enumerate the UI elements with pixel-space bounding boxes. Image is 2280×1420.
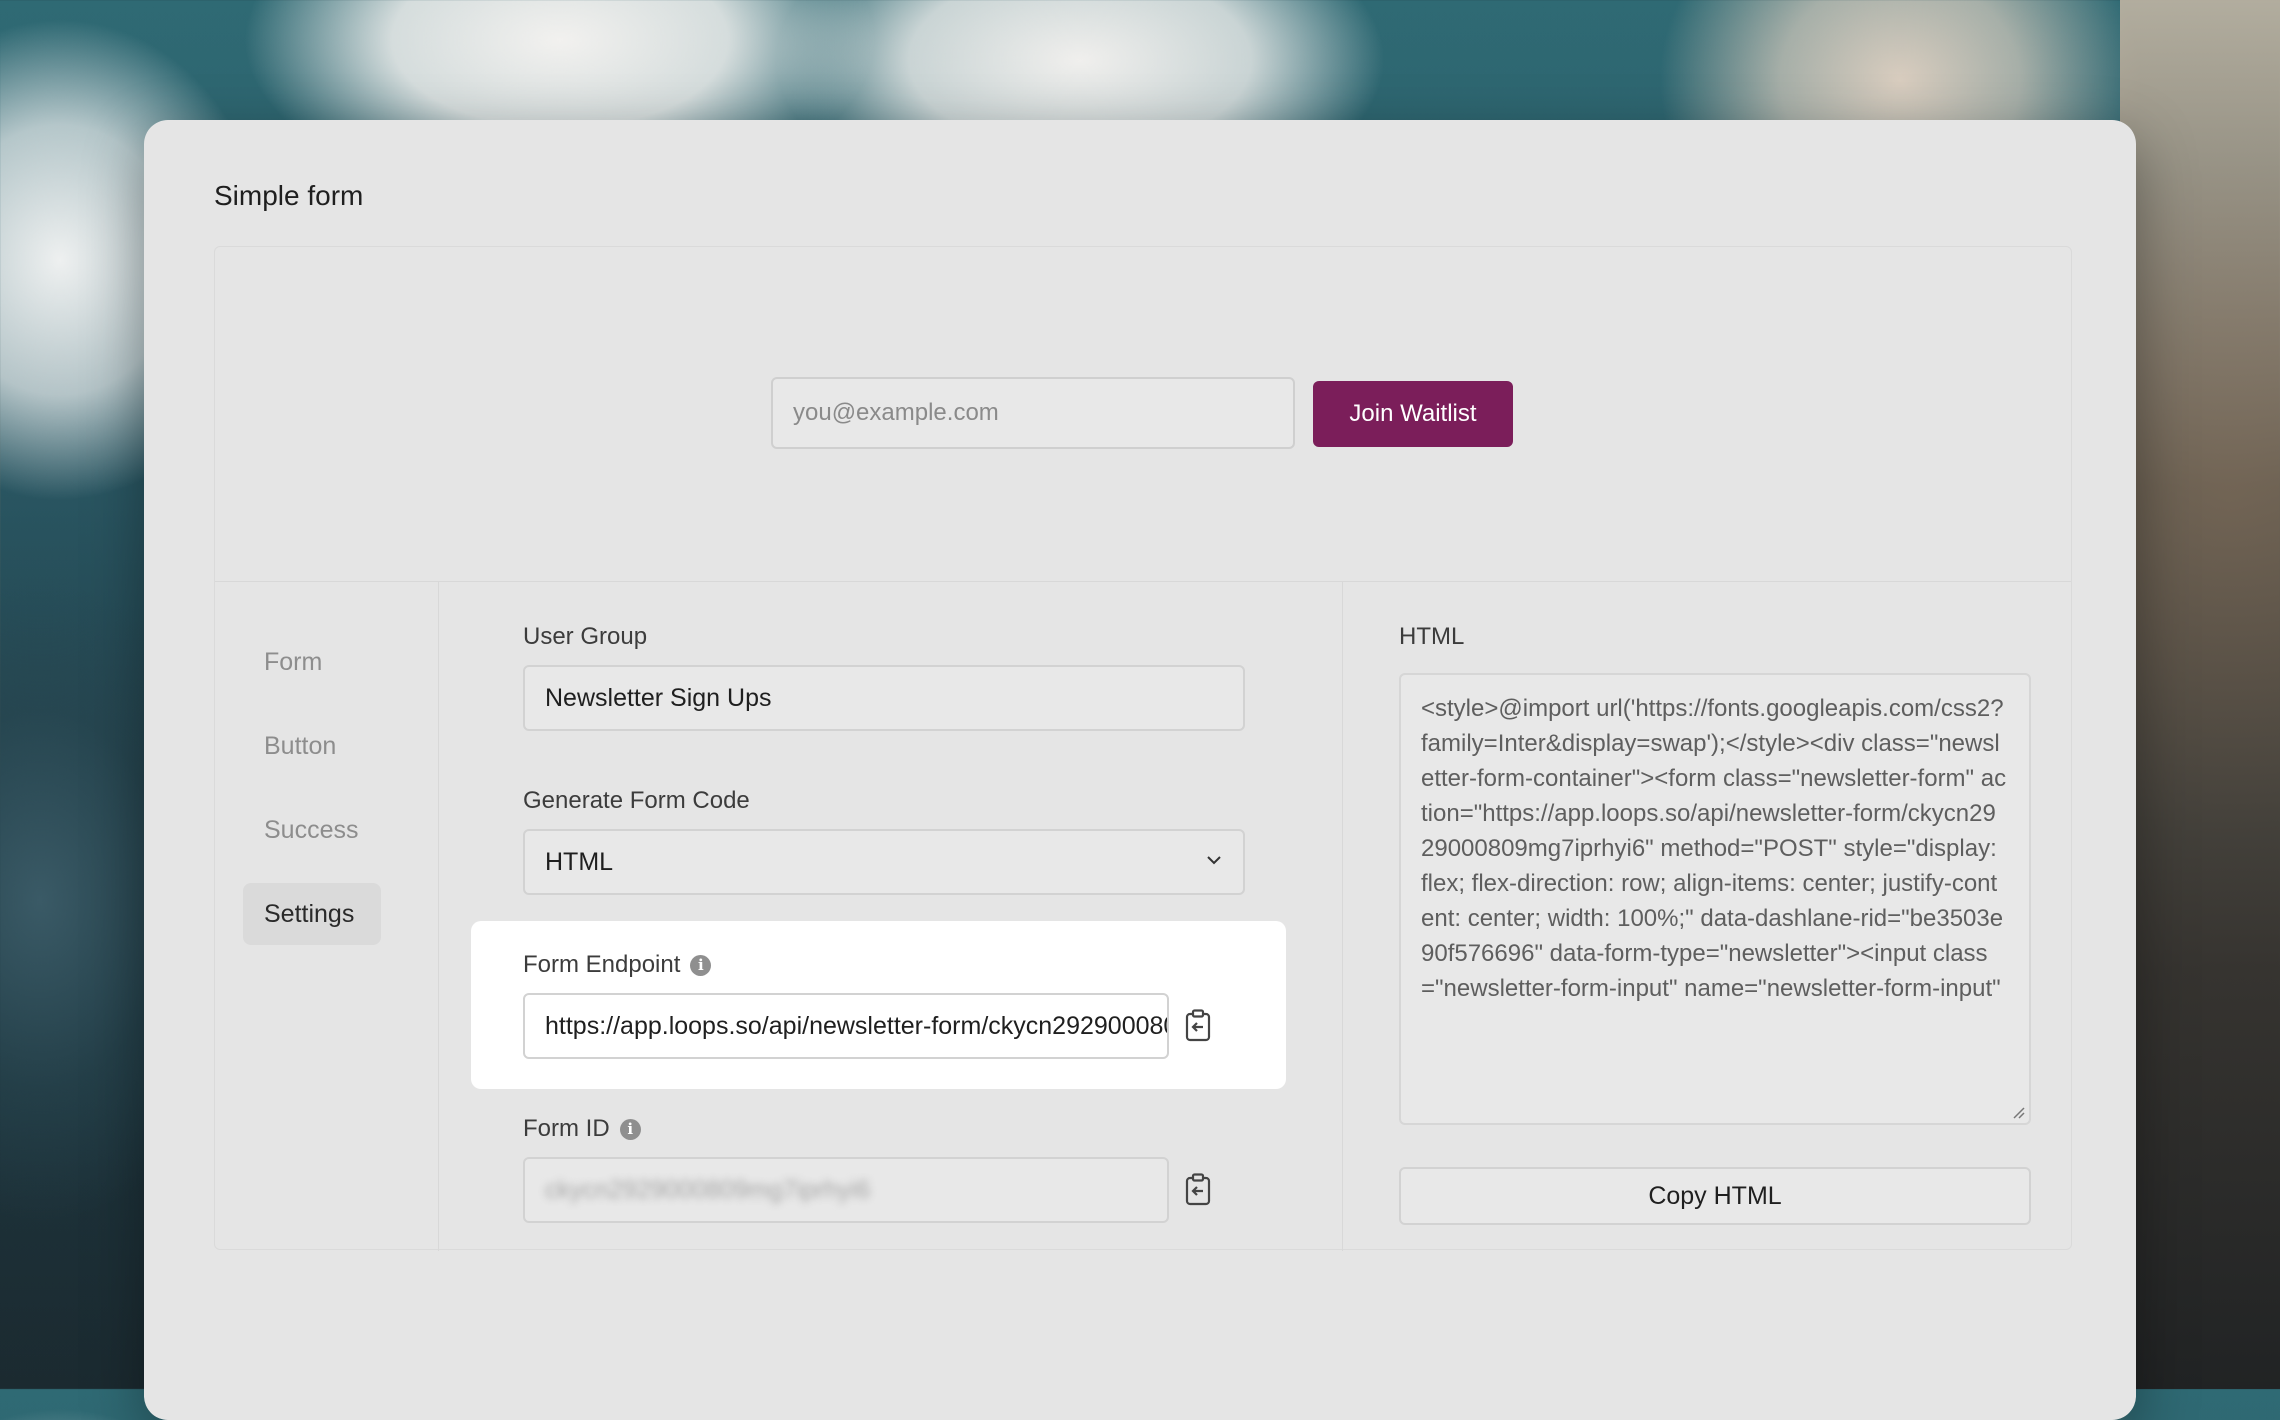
sidebar-item-button[interactable]: Button bbox=[243, 715, 381, 777]
form-builder-panel: you@example.com Join Waitlist Form Butto… bbox=[214, 246, 2073, 1251]
clipboard-copy-icon[interactable] bbox=[1183, 1173, 1213, 1207]
page-title: Simple form bbox=[214, 180, 364, 211]
chevron-down-icon bbox=[1207, 856, 1221, 865]
form-endpoint-label: Form Endpoint bbox=[523, 951, 681, 978]
join-waitlist-button[interactable]: Join Waitlist bbox=[1313, 381, 1513, 447]
resize-handle-icon[interactable] bbox=[2011, 1105, 2025, 1119]
generate-form-code-label: Generate Form Code bbox=[523, 787, 750, 814]
form-id-label: Form ID bbox=[523, 1115, 610, 1142]
settings-pane: User Group Newsletter Sign Ups Generate … bbox=[439, 581, 1343, 1251]
html-label: HTML bbox=[1399, 623, 1465, 650]
form-id-input[interactable]: ckycn2929000809mg7iprhyi6 bbox=[523, 1157, 1169, 1223]
main-window: Simple form you@example.com Join Waitlis… bbox=[144, 120, 2136, 1420]
clipboard-copy-icon[interactable] bbox=[1183, 1009, 1213, 1043]
html-code-textarea[interactable]: <style>@import url('https://fonts.google… bbox=[1399, 673, 2031, 1125]
html-code-pane: HTML <style>@import url('https://fonts.g… bbox=[1343, 581, 2073, 1251]
generate-form-code-value: HTML bbox=[545, 848, 614, 876]
form-preview: you@example.com Join Waitlist bbox=[215, 247, 2071, 582]
form-id-value: ckycn2929000809mg7iprhyi6 bbox=[545, 1176, 871, 1204]
user-group-label: User Group bbox=[523, 623, 648, 650]
form-endpoint-label-row: Form Endpoint i bbox=[523, 951, 712, 979]
form-endpoint-input[interactable]: https://app.loops.so/api/newsletter-form… bbox=[523, 993, 1169, 1059]
info-icon[interactable]: i bbox=[690, 955, 712, 977]
copy-html-button[interactable]: Copy HTML bbox=[1399, 1167, 2031, 1225]
user-group-input[interactable]: Newsletter Sign Ups bbox=[523, 665, 1245, 731]
settings-sidebar: Form Button Success Settings bbox=[215, 581, 439, 1251]
sidebar-item-settings[interactable]: Settings bbox=[243, 883, 381, 945]
background-clouds bbox=[2120, 0, 2280, 1389]
email-input[interactable]: you@example.com bbox=[771, 377, 1295, 449]
sidebar-item-success[interactable]: Success bbox=[243, 799, 381, 861]
html-code-text: <style>@import url('https://fonts.google… bbox=[1421, 695, 2007, 1002]
form-id-label-row: Form ID i bbox=[523, 1115, 641, 1143]
generate-form-code-select[interactable]: HTML bbox=[523, 829, 1245, 895]
sidebar-item-form[interactable]: Form bbox=[243, 631, 381, 693]
info-icon[interactable]: i bbox=[619, 1119, 641, 1141]
